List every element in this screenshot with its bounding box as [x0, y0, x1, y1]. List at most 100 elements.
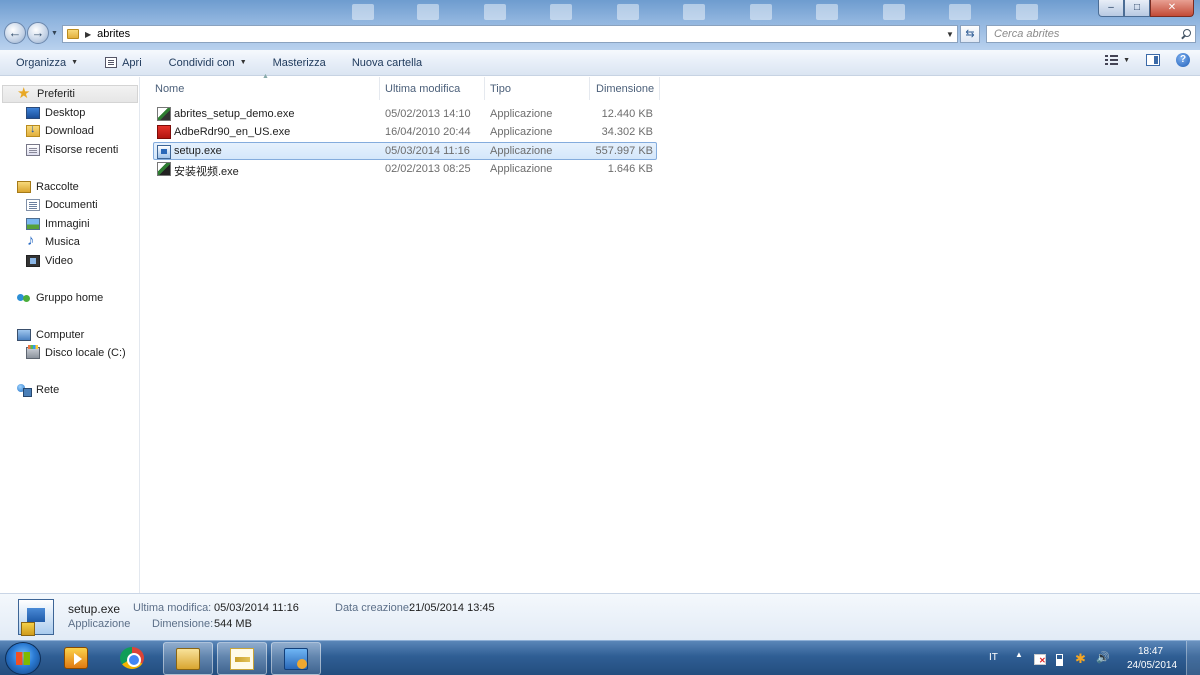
sidebar-item-label: Rete [36, 384, 60, 396]
sidebar-item-raccolte[interactable]: Raccolte [17, 178, 79, 196]
column-header-label: Nome [155, 82, 185, 95]
file-type: Applicazione [490, 108, 553, 120]
navigation-pane: Preferiti Desktop Download Risorse recen… [0, 77, 140, 593]
sidebar-item-documenti[interactable]: Documenti [26, 196, 98, 214]
details-created-label: Data creazione: [335, 602, 413, 614]
open-button[interactable]: Apri [105, 53, 142, 73]
media-player-icon [64, 647, 88, 669]
column-header-size[interactable]: Dimensione [590, 77, 660, 100]
view-options-dropdown[interactable]: ▼ [1123, 57, 1130, 64]
new-folder-button[interactable]: Nuova cartella [352, 53, 422, 73]
computer-icon [17, 329, 31, 341]
file-name: 安装视频.exe [174, 166, 239, 178]
share-button[interactable]: Condividi con ▼ [169, 53, 247, 73]
address-bar[interactable]: ▶ abrites ▼ [62, 25, 958, 43]
file-name: AdbeRdr90_en_US.exe [174, 126, 291, 138]
sidebar-item-rete[interactable]: Rete [17, 381, 59, 399]
setup-icon [157, 145, 171, 159]
help-icon[interactable]: ? [1176, 53, 1190, 67]
sidebar-item-disco-locale[interactable]: Disco locale (C:) [26, 344, 126, 362]
network-icon [17, 384, 32, 397]
recent-pages-dropdown[interactable]: ▼ [51, 30, 58, 37]
sidebar-item-label: Raccolte [36, 181, 79, 193]
clock-date[interactable]: 24/05/2014 [1127, 660, 1177, 671]
minimize-button[interactable]: – [1098, 0, 1124, 17]
file-type: Applicazione [490, 145, 553, 157]
star-icon [17, 84, 32, 102]
organize-label: Organizza [16, 56, 67, 69]
start-button[interactable] [5, 642, 41, 675]
share-label: Condividi con [168, 56, 235, 69]
input-language[interactable]: IT [989, 652, 998, 663]
downloads-folder-icon [26, 123, 40, 137]
sidebar-item-gruppo-home[interactable]: Gruppo home [17, 289, 103, 307]
background-ghost [949, 4, 971, 20]
table-row[interactable]: abrites_setup_demo.exe 05/02/2013 14:10 … [153, 105, 657, 123]
sidebar-item-immagini[interactable]: Immagini [26, 215, 90, 233]
breadcrumb-chevron-icon[interactable]: ▶ [85, 30, 91, 39]
preview-pane-icon[interactable] [1146, 54, 1160, 66]
file-modified: 05/02/2013 14:10 [385, 108, 471, 120]
column-header-type[interactable]: Tipo [485, 77, 590, 100]
file-size: 1.646 KB [607, 163, 653, 175]
new-folder-label: Nuova cartella [351, 56, 423, 69]
file-size: 34.302 KB [601, 126, 653, 138]
organize-button[interactable]: Organizza ▼ [16, 53, 78, 73]
burn-button[interactable]: Masterizza [273, 53, 326, 73]
sidebar-item-video[interactable]: Video [26, 252, 73, 270]
view-list-icon[interactable] [1105, 54, 1119, 66]
column-header-name[interactable]: Nome [150, 77, 380, 100]
back-button[interactable]: ← [4, 22, 26, 44]
sidebar-item-label: Disco locale (C:) [45, 347, 126, 359]
show-desktop-button[interactable] [1186, 641, 1200, 675]
video-icon [26, 255, 40, 267]
column-header-modified[interactable]: Ultima modifica [380, 77, 485, 100]
table-row[interactable]: 安装视频.exe 02/02/2013 08:25 Applicazione 1… [153, 160, 657, 178]
chevron-down-icon: ▼ [71, 59, 79, 66]
sidebar-item-download[interactable]: Download [26, 122, 94, 140]
background-ghost [484, 4, 506, 20]
forward-button[interactable]: → [27, 22, 49, 44]
network-status-icon[interactable] [1075, 651, 1087, 667]
file-modified: 02/02/2013 08:25 [385, 163, 471, 175]
sidebar-item-label: Desktop [45, 107, 86, 119]
background-ghost [417, 4, 439, 20]
search-input[interactable]: Cerca abrites [986, 25, 1196, 43]
sidebar-item-preferiti[interactable]: Preferiti [2, 84, 138, 103]
sidebar-item-label: Computer [36, 329, 85, 341]
sidebar-item-computer[interactable]: Computer [17, 326, 84, 344]
pictures-icon [26, 218, 40, 230]
sidebar-item-label: Immagini [45, 218, 90, 230]
sidebar-item-musica[interactable]: Musica [26, 232, 80, 251]
search-icon[interactable] [1181, 29, 1191, 39]
action-center-flag-icon[interactable] [1034, 654, 1046, 665]
close-button[interactable]: ✕ [1150, 0, 1194, 17]
setup-icon [284, 648, 308, 670]
taskbar-chrome[interactable] [108, 642, 158, 675]
setup-large-icon [18, 599, 54, 636]
sidebar-item-desktop[interactable]: Desktop [26, 104, 85, 122]
column-header-label: Tipo [490, 82, 511, 95]
taskbar-abrites[interactable] [217, 642, 267, 675]
refresh-button[interactable]: ⇆ [960, 25, 980, 43]
details-modified-value: 05/03/2014 11:16 [214, 602, 299, 614]
maximize-button[interactable]: □ [1124, 0, 1150, 17]
file-modified: 16/04/2010 20:44 [385, 126, 471, 138]
battery-icon[interactable] [1056, 654, 1063, 666]
address-history-dropdown[interactable]: ▼ [943, 30, 957, 39]
show-hidden-icons-icon[interactable]: ▲ [1015, 650, 1023, 659]
taskbar-media-player[interactable] [52, 642, 102, 675]
taskbar-explorer[interactable] [163, 642, 213, 675]
file-size: 12.440 KB [601, 108, 653, 120]
clock-time[interactable]: 18:47 [1138, 646, 1163, 657]
sidebar-item-risorse-recenti[interactable]: Risorse recenti [26, 141, 118, 159]
details-filename: setup.exe [68, 602, 121, 616]
taskbar-setup[interactable] [271, 642, 321, 675]
breadcrumb-abrites[interactable]: abrites [97, 28, 130, 40]
open-icon [105, 57, 118, 68]
table-row-selected[interactable]: setup.exe 05/03/2014 11:16 Applicazione … [153, 142, 657, 160]
details-pane: setup.exe Applicazione Ultima modifica: … [0, 593, 1200, 640]
table-row[interactable]: AdbeRdr90_en_US.exe 16/04/2010 20:44 App… [153, 123, 657, 141]
volume-icon[interactable] [1096, 651, 1110, 665]
music-icon [26, 232, 40, 249]
